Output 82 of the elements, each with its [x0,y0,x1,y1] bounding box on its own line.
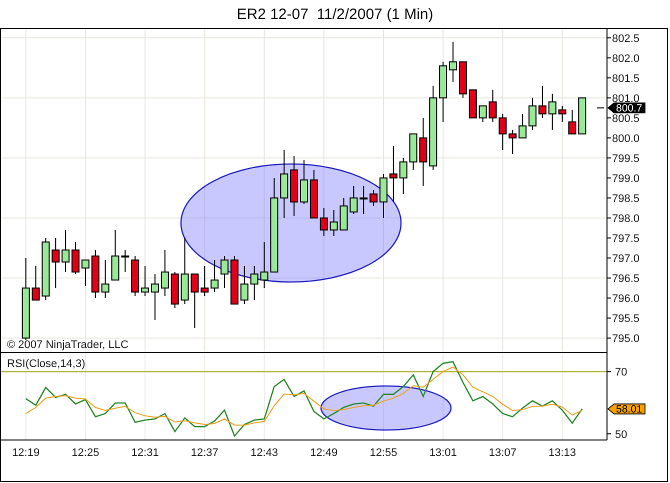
candlestick [62,229,70,273]
candlestick [131,256,140,297]
candlestick [578,97,586,134]
candlestick [478,105,487,122]
candlestick [280,149,288,218]
copyright-text: © 2007 NinjaTrader, LLC [7,339,128,351]
candlestick [330,209,338,236]
candlestick [81,260,90,287]
candlestick [389,145,398,202]
last-value-badge: 800.7 [607,102,646,114]
time-label: 13:13 [548,447,576,459]
axis-label: 795.0 [612,333,640,346]
candlestick [170,272,179,309]
indicator-label: RSI(Close,14,3) [7,358,86,370]
candlestick [260,242,268,289]
last-price-dash [596,107,604,108]
candlestick [548,93,556,130]
candlestick [200,266,209,297]
axis-label: 798.5 [612,192,640,205]
candlestick [310,169,318,218]
axis-label: 800.0 [612,132,640,145]
candlestick [180,238,189,305]
candlestick [399,157,408,194]
candlestick [240,266,248,305]
candlestick [111,229,120,281]
candlestick [558,105,566,122]
candlestick [160,250,169,297]
axis-label: 50 [615,428,628,441]
candlestick [449,41,458,82]
axis-label: 798.0 [612,212,640,225]
axis-label: 799.0 [612,172,640,185]
candlestick [518,113,527,138]
candlestick [320,207,328,236]
candlestick [498,113,507,150]
axis-label: 796.5 [612,273,640,286]
candlestick [439,61,448,122]
axis-label: 800.5 [612,112,640,125]
candlestick [528,97,536,130]
candlestick [52,238,60,289]
axis-label: 796.0 [612,293,640,306]
last-value-badge: 58.01 [607,404,646,416]
candlestick [101,260,110,299]
candlestick [42,238,50,301]
time-label: 12:37 [190,447,218,459]
axis-label: 801.0 [612,92,640,105]
candlestick [250,266,258,301]
candlestick [360,185,368,214]
candlestick [409,133,418,170]
candlestick [32,266,40,301]
candlestick [419,117,428,186]
time-label: 12:43 [250,447,278,459]
time-label: 12:19 [12,447,40,459]
candlestick [458,61,467,98]
candlestick [72,242,80,275]
candlestick [508,129,517,154]
candlestick [190,274,199,329]
candlestick [488,89,497,122]
time-label: 13:07 [488,447,516,459]
candlestick [210,260,219,293]
chart-title: ER2 12-07 11/2/2007 (1 Min) [236,6,434,22]
candlestick [290,155,298,216]
time-label: 13:01 [429,447,457,459]
candlestick [300,159,308,204]
time-label: 12:49 [310,447,338,459]
time-label: 12:25 [72,447,100,459]
candlestick [538,85,546,118]
candlestick [350,185,358,214]
candlestick [568,109,576,134]
axis-label: 797.0 [612,253,640,265]
time-label: 12:31 [131,447,159,459]
axis-label: 70 [615,366,628,379]
candlestick [121,250,130,273]
axis-label: 802.0 [612,52,640,65]
axis-label: 795.5 [612,313,640,326]
time-label: 12:55 [370,447,398,459]
axis-label: 799.5 [612,152,640,165]
axis-label: 801.5 [612,72,640,85]
axis-label: 802.5 [612,32,640,45]
candlestick [468,89,477,118]
candlestick [91,250,100,299]
axis-label: 797.5 [612,233,640,245]
candlestick [340,197,348,230]
